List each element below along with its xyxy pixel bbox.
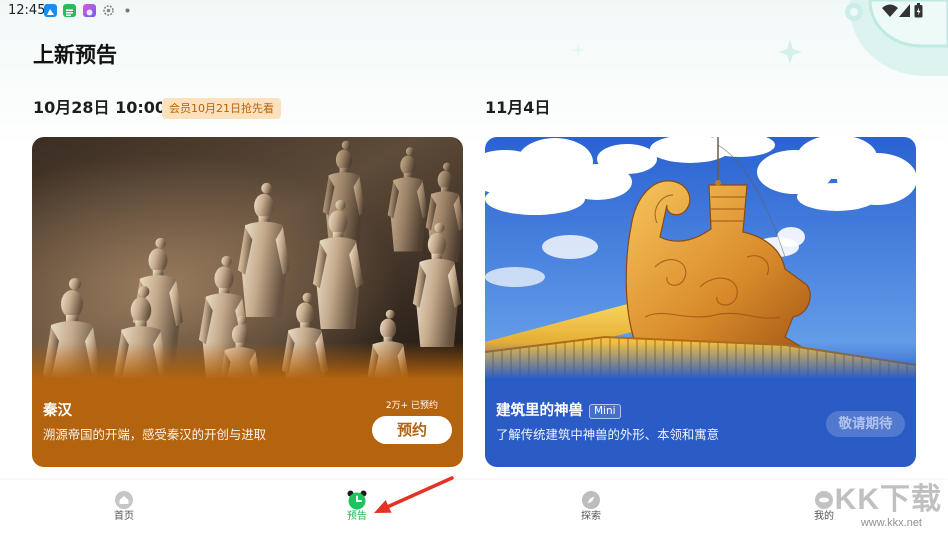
card-image-fade <box>32 342 463 379</box>
card-title: 建筑里的神兽 <box>496 403 583 419</box>
reserve-button[interactable]: 预约 <box>372 416 452 444</box>
watermark-url: www.kkx.net <box>860 517 922 529</box>
course-card-qinhan[interactable]: 秦汉 溯源帝国的开端，感受秦汉的开创与进取 2万+ 已预约 预约 <box>32 137 463 467</box>
watermark-brand: KK下载 <box>834 483 942 516</box>
nav-item-home[interactable]: 首页 <box>84 480 164 533</box>
coming-soon-button: 敬请期待 <box>826 411 905 437</box>
app-purple-icon <box>83 4 96 17</box>
annotation-arrow <box>374 476 454 513</box>
decorative-star-icon <box>778 40 802 64</box>
nav-label: 探索 <box>581 511 601 522</box>
settings-gear-icon <box>103 5 114 16</box>
app-blue-icon <box>44 4 57 17</box>
compass-icon <box>582 491 600 509</box>
card-image-fade <box>485 342 916 379</box>
home-icon <box>115 491 133 509</box>
bottom-nav: 首页 预告 探索 我的 <box>0 480 948 533</box>
course-card-mythical-beasts[interactable]: 建筑里的神兽 Mini 了解传统建筑中神兽的外形、本领和寓意 敬请期待 <box>485 137 916 467</box>
wifi-icon <box>882 4 898 17</box>
status-time: 12:45 <box>8 3 46 18</box>
decorative-sparkle-icon <box>571 43 585 57</box>
profile-icon <box>815 491 833 509</box>
cellular-signal-icon <box>899 4 910 17</box>
reservation-count: 2万+ 已预约 <box>385 401 439 411</box>
section-date-2: 11月4日 <box>485 98 551 117</box>
page-title: 上新预告 <box>33 43 117 67</box>
battery-icon <box>914 3 923 18</box>
app-green-icon <box>63 4 76 17</box>
section-date-1: 10月28日 10:00 <box>33 98 167 117</box>
card-title: 秦汉 <box>43 403 72 419</box>
card-subtitle: 溯源帝国的开端，感受秦汉的开创与进取 <box>43 427 267 442</box>
card-subtitle: 了解传统建筑中神兽的外形、本领和寓意 <box>496 427 720 442</box>
mini-tag: Mini <box>589 404 621 419</box>
dot-icon <box>125 8 130 13</box>
nav-item-explore[interactable]: 探索 <box>551 480 631 533</box>
nav-label: 首页 <box>114 511 134 522</box>
member-early-access-badge: 会员10月21日抢先看 <box>162 98 281 119</box>
